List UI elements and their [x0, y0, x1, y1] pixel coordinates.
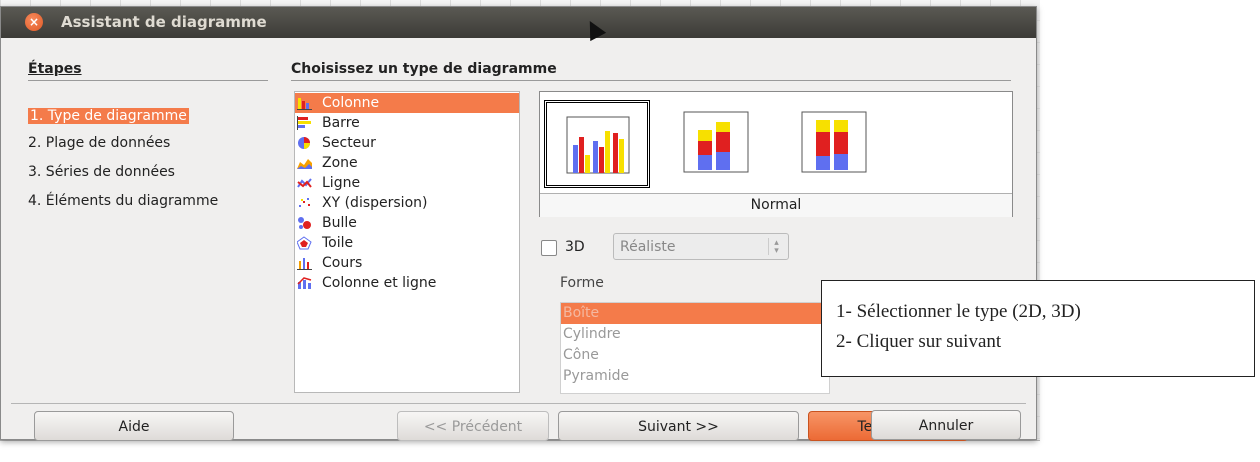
bubble-chart-icon: [298, 217, 311, 229]
pie-chart-icon: [298, 137, 310, 149]
3d-look-select[interactable]: Réaliste ▴ ▾: [613, 233, 789, 260]
content-divider: [291, 80, 1011, 81]
line-chart-icon: [297, 178, 312, 188]
net-chart-icon: [297, 236, 312, 250]
help-button[interactable]: Aide: [34, 411, 234, 441]
shape-item-cylinder[interactable]: Cylindre: [561, 324, 829, 345]
chart-type-column[interactable]: Colonne: [295, 93, 519, 113]
chart-type-list: Colonne Barre Secteur Zone Ligne XY (dis…: [294, 91, 520, 393]
3d-checkbox[interactable]: [541, 240, 557, 256]
callout-line-2: 2- Cliquer sur suivant: [836, 331, 1002, 352]
step-data-range[interactable]: 2. Plage de données: [28, 135, 170, 151]
steps-divider: [28, 80, 268, 81]
shape-list: Boîte Cylindre Cône Pyramide: [560, 302, 830, 394]
variant-percent-stacked[interactable]: [786, 100, 892, 188]
shape-item-pyramid[interactable]: Pyramide: [561, 366, 829, 387]
previous-button[interactable]: << Précédent: [397, 411, 549, 441]
titlebar: × Assistant de diagramme: [1, 7, 1036, 38]
column-chart-icon: [297, 98, 312, 110]
chart-type-net[interactable]: Toile: [295, 233, 519, 253]
chart-type-pie[interactable]: Secteur: [295, 133, 519, 153]
chart-type-bar[interactable]: Barre: [295, 113, 519, 133]
close-icon: ×: [28, 15, 40, 29]
chart-type-heading: Choisissez un type de diagramme: [291, 61, 557, 77]
variant-caption: Normal: [540, 193, 1012, 217]
step-data-series[interactable]: 3. Séries de données: [28, 164, 175, 180]
instruction-callout: 1- Sélectionner le type (2D, 3D) 2- Cliq…: [821, 280, 1255, 377]
bar-chart-icon: [297, 116, 311, 130]
callout-line-1: 1- Sélectionner le type (2D, 3D): [836, 301, 1081, 322]
chart-variant-panel: Normal: [539, 91, 1013, 217]
spreadsheet-row: [0, 440, 1040, 462]
variant-stacked[interactable]: [668, 100, 774, 188]
variant-normal[interactable]: [544, 100, 650, 188]
scatter-chart-icon: [299, 198, 310, 207]
chart-type-bubble[interactable]: Bulle: [295, 213, 519, 233]
shape-item-cone[interactable]: Cône: [561, 345, 829, 366]
step-chart-type[interactable]: 1. Type de diagramme: [28, 108, 189, 124]
normal-column-variant-icon: [566, 116, 630, 174]
shape-label: Forme: [560, 275, 604, 291]
chart-type-line[interactable]: Ligne: [295, 173, 519, 193]
stock-chart-icon: [297, 258, 312, 270]
step-chart-elements[interactable]: 4. Éléments du diagramme: [28, 193, 218, 209]
area-chart-icon: [297, 159, 312, 169]
next-button[interactable]: Suivant >>: [558, 411, 799, 441]
steps-heading: Étapes: [28, 61, 82, 77]
window-title: Assistant de diagramme: [61, 13, 267, 31]
percent-stacked-column-variant-icon: [801, 111, 867, 173]
cancel-button[interactable]: Annuler: [871, 410, 1021, 440]
chart-type-area[interactable]: Zone: [295, 153, 519, 173]
close-button[interactable]: ×: [25, 13, 43, 31]
footer-divider: [11, 403, 1026, 404]
stacked-column-variant-icon: [683, 111, 749, 173]
column-line-chart-icon: [297, 277, 312, 289]
chart-type-column-and-line[interactable]: Colonne et ligne: [295, 273, 519, 293]
spin-arrows-icon: ▴ ▾: [768, 238, 784, 256]
chart-type-xy-scatter[interactable]: XY (dispersion): [295, 193, 519, 213]
3d-label: 3D: [565, 239, 585, 255]
3d-look-value: Réaliste: [620, 239, 676, 255]
shape-item-box[interactable]: Boîte: [561, 303, 829, 324]
chart-type-stock[interactable]: Cours: [295, 253, 519, 273]
